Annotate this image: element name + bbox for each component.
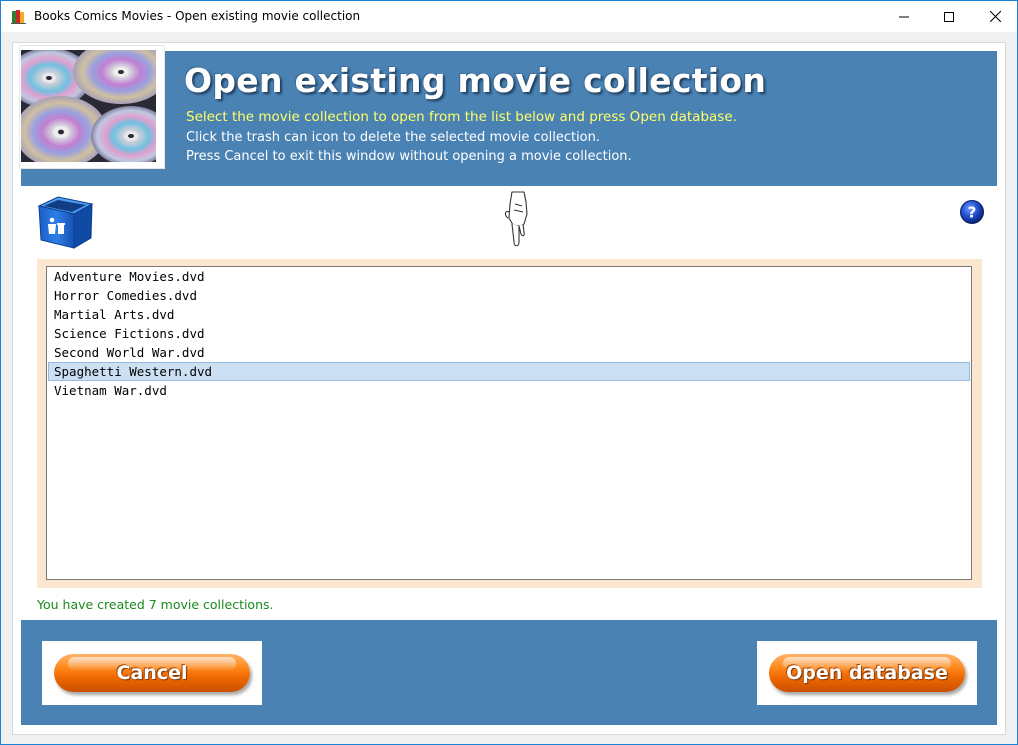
instruction-line-3: Press Cancel to exit this window without… bbox=[186, 149, 632, 164]
maximize-icon bbox=[944, 11, 954, 22]
books-app-icon bbox=[11, 10, 26, 24]
instruction-line-1: Select the movie collection to open from… bbox=[186, 109, 737, 125]
instruction-line-2: Click the trash can icon to delete the s… bbox=[186, 130, 601, 145]
collection-list-item[interactable]: Horror Comedies.dvd bbox=[48, 286, 970, 305]
collection-list-item[interactable]: Second World War.dvd bbox=[48, 343, 970, 362]
dvd-discs-icon bbox=[21, 50, 156, 162]
pointing-hand-icon bbox=[504, 191, 528, 247]
collection-list-item[interactable]: Science Fictions.dvd bbox=[48, 324, 970, 343]
app-window: Books Comics Movies - Open existing movi… bbox=[0, 0, 1018, 745]
help-glyph: ? bbox=[968, 204, 977, 222]
help-icon[interactable]: ? bbox=[959, 199, 985, 225]
minimize-button[interactable] bbox=[881, 1, 927, 32]
collection-list-item[interactable]: Vietnam War.dvd bbox=[48, 381, 970, 400]
collection-list-item[interactable]: Martial Arts.dvd bbox=[48, 305, 970, 324]
open-database-button-frame: Open database bbox=[757, 641, 977, 705]
dvd-discs-image bbox=[21, 50, 156, 162]
cancel-button-label: Cancel bbox=[116, 662, 188, 684]
title-bar[interactable]: Books Comics Movies - Open existing movi… bbox=[1, 1, 1017, 32]
cancel-button-frame: Cancel bbox=[42, 641, 262, 705]
minimize-icon bbox=[899, 16, 909, 17]
window-title: Books Comics Movies - Open existing movi… bbox=[34, 9, 361, 23]
close-button[interactable] bbox=[972, 1, 1018, 32]
status-message: You have created 7 movie collections. bbox=[37, 597, 274, 612]
close-icon bbox=[989, 11, 1001, 22]
cancel-button[interactable]: Cancel bbox=[54, 654, 250, 692]
trash-can-icon[interactable] bbox=[36, 194, 94, 250]
open-database-button-label: Open database bbox=[786, 662, 948, 684]
collection-list-item[interactable]: Spaghetti Western.dvd bbox=[48, 362, 970, 381]
collection-list[interactable]: Adventure Movies.dvd Horror Comedies.dvd M… bbox=[46, 266, 972, 580]
open-database-button[interactable]: Open database bbox=[769, 654, 965, 692]
maximize-button[interactable] bbox=[926, 1, 972, 32]
page-title: Open existing movie collection bbox=[184, 61, 767, 100]
collection-list-item[interactable]: Adventure Movies.dvd bbox=[48, 267, 970, 286]
